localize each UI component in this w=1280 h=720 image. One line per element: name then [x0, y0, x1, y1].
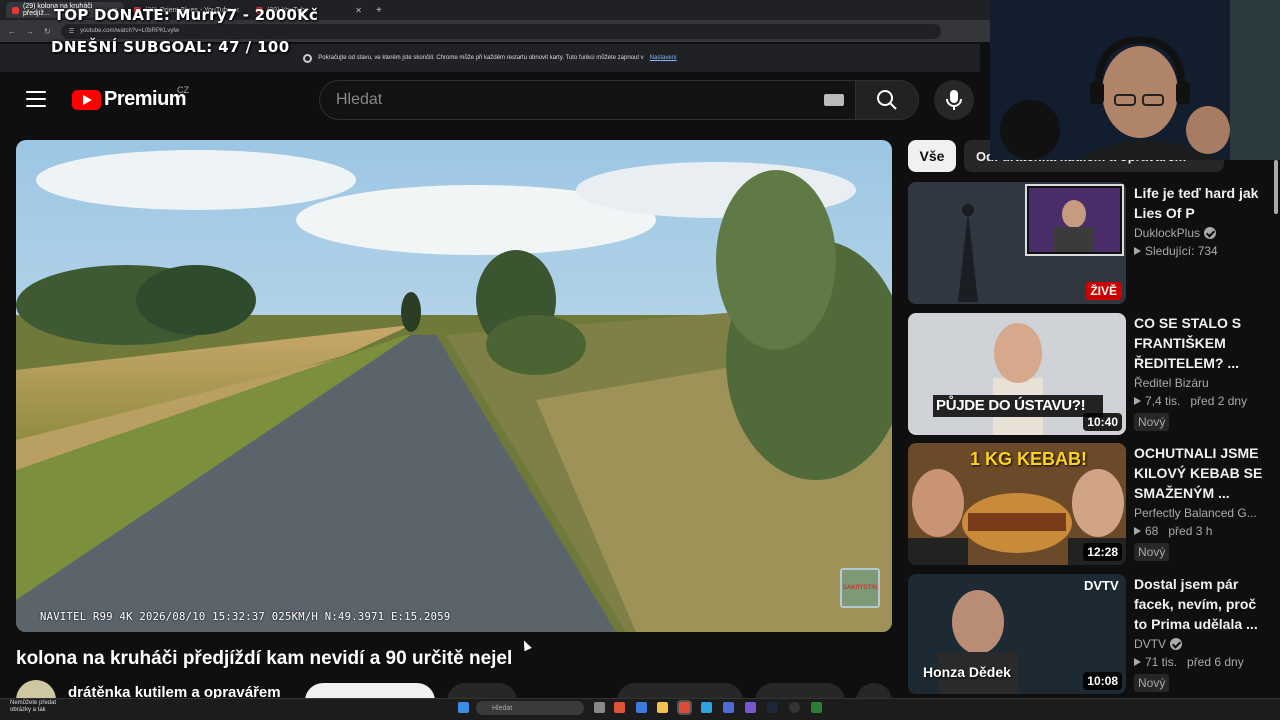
notification-tray[interactable]: Nemůžete předat obrázky a tak	[10, 700, 56, 714]
channel-name: DVTV	[1134, 637, 1167, 651]
app-icon[interactable]	[723, 702, 734, 713]
video-title: kolona na kruháči předjíždí kam nevidí a…	[16, 648, 513, 669]
url-text: youtube.com/watch?v=L0bRPKLvylw	[80, 28, 179, 34]
play-count-icon	[1134, 247, 1141, 255]
upload-age: před 3 h	[1168, 524, 1213, 538]
scrollbar[interactable]	[1274, 160, 1278, 214]
video-title-line: to Prima udělala ...	[1134, 616, 1258, 632]
dvtv-logo: DVTV	[1084, 578, 1119, 593]
search-icon	[877, 90, 897, 110]
app-icon[interactable]	[614, 702, 625, 713]
video-title-line: CO SE STALO S	[1134, 315, 1242, 331]
video-title-line: FRANTIŠKEM	[1134, 335, 1226, 351]
video-thumbnail[interactable]: PŮJDE DO ÚSTAVU?! 10:40	[908, 313, 1126, 435]
address-bar[interactable]: ☰ youtube.com/watch?v=L0bRPKLvylw	[60, 23, 941, 39]
back-icon[interactable]: ←	[8, 27, 16, 36]
search-input[interactable]: Hledat	[319, 80, 855, 120]
file-explorer-icon[interactable]	[657, 702, 668, 713]
channel-name: Perfectly Balanced G...	[1134, 506, 1257, 520]
mic-icon	[946, 90, 962, 110]
reload-icon[interactable]: ↻	[44, 27, 51, 36]
notification-text: Nemůžete předat	[10, 700, 57, 706]
subgoal-overlay: DNEŠNÍ SUBGOAL: 47 / 100	[51, 38, 290, 56]
video-title-line: OCHUTNALI JSME	[1134, 445, 1259, 461]
duration-badge: 10:08	[1083, 672, 1122, 690]
infobar-text: Pokračujte od stavu, ve kterém jste skon…	[318, 55, 644, 61]
task-view-icon[interactable]	[594, 702, 605, 713]
recommendation-meta[interactable]: OCHUTNALI JSME KILOVÝ KEBAB SE SMAŽENÝM …	[1134, 443, 1264, 561]
windows-start-icon[interactable]	[458, 702, 469, 713]
logo-text: Premium	[104, 88, 187, 110]
chrome-taskbar-icon[interactable]	[677, 700, 692, 715]
upload-age: před 2 dny	[1190, 394, 1248, 408]
new-badge: Nový	[1134, 413, 1170, 431]
top-donate-overlay: TOP DONATE: Murry7 - 2000Kč	[54, 6, 319, 24]
video-title-line: ŘEDITELEM? ...	[1134, 355, 1239, 371]
new-badge: Nový	[1134, 674, 1170, 692]
play-count-icon	[1134, 397, 1141, 405]
taskbar-search[interactable]: Hledat	[476, 701, 584, 715]
webcam-overlay	[990, 0, 1280, 160]
thumbnail-text: 1 KG KEBAB!	[970, 449, 1088, 469]
youtube-logo-icon	[72, 89, 101, 110]
play-count-icon	[1134, 527, 1141, 535]
video-title-line: Dostal jsem pár	[1134, 576, 1239, 592]
duration-badge: 12:28	[1083, 543, 1122, 561]
youtube-favicon-icon	[12, 6, 19, 14]
channel-name: Ředitel Bizáru	[1134, 376, 1209, 390]
view-count: 71 tis.	[1145, 655, 1178, 669]
video-player[interactable]	[16, 140, 892, 632]
verified-icon	[1204, 227, 1217, 239]
settings-link[interactable]: Nastavení	[650, 55, 677, 61]
new-badge: Nový	[1134, 543, 1170, 561]
voice-search-button[interactable]	[934, 80, 974, 120]
discord-icon[interactable]	[745, 702, 756, 713]
video-thumbnail[interactable]: ŽIVĚ	[908, 182, 1126, 304]
video-thumbnail[interactable]: 1 KG KEBAB! 12:28	[908, 443, 1126, 565]
youtube-premium-logo[interactable]: Premium	[72, 88, 187, 111]
video-frame	[16, 140, 892, 632]
thumbnail-text: PŮJDE DO ÚSTAVU?!	[936, 397, 1086, 414]
video-title-line: facek, nevím, proč	[1134, 596, 1257, 612]
obs-icon[interactable]	[789, 702, 800, 713]
app-icon[interactable]	[811, 702, 822, 713]
country-code: CZ	[177, 85, 189, 95]
new-tab-button[interactable]: +	[376, 5, 382, 16]
video-title-line: Life je teď hard jak	[1134, 185, 1259, 201]
recommendation-meta[interactable]: CO SE STALO S FRANTIŠKEM ŘEDITELEM? ... …	[1134, 313, 1264, 431]
duration-badge: 10:40	[1083, 413, 1122, 431]
video-title-line: KILOVÝ KEBAB SE	[1134, 465, 1263, 481]
dashcam-osd: NAVITEL R99 4K 2026/08/10 15:32:37 025KM…	[40, 611, 451, 623]
video-title-line: SMAŽENÝM ...	[1134, 485, 1230, 501]
recommendation-meta[interactable]: Dostal jsem pár facek, nevím, proč to Pr…	[1134, 574, 1264, 692]
channel-watermark[interactable]: SAKRYSTIN	[840, 568, 880, 608]
edge-icon[interactable]	[701, 702, 712, 713]
live-badge: ŽIVĚ	[1085, 282, 1122, 300]
close-icon[interactable]: ✕	[355, 6, 362, 15]
thumbnail-text: Honza Dědek	[923, 664, 1011, 680]
keyboard-icon[interactable]	[824, 94, 844, 106]
mouse-cursor-icon	[520, 638, 532, 652]
webcam-frame	[990, 0, 1280, 160]
view-count: 7,4 tis.	[1145, 394, 1181, 408]
channel-name: DuklockPlus	[1134, 226, 1201, 240]
steam-icon[interactable]	[767, 702, 778, 713]
play-count-icon	[1134, 658, 1141, 666]
video-title-line: Lies Of P	[1134, 205, 1195, 221]
menu-icon[interactable]	[26, 91, 46, 107]
viewer-count: Sledující: 734	[1145, 244, 1218, 258]
chip-all[interactable]: Vše	[908, 140, 956, 172]
notification-text: obrázky a tak	[10, 707, 46, 713]
forward-icon[interactable]: →	[26, 27, 34, 36]
view-count: 68	[1145, 524, 1159, 538]
app-icon[interactable]	[636, 702, 647, 713]
chrome-icon	[303, 53, 313, 63]
site-info-icon[interactable]: ☰	[69, 28, 74, 35]
video-thumbnail[interactable]: DVTV Honza Dědek 10:08	[908, 574, 1126, 694]
recommendation-meta[interactable]: Life je teď hard jak Lies Of P DuklockPl…	[1134, 183, 1264, 258]
upload-age: před 6 dny	[1187, 655, 1244, 669]
verified-icon	[1170, 638, 1183, 650]
search-button[interactable]	[855, 80, 919, 120]
